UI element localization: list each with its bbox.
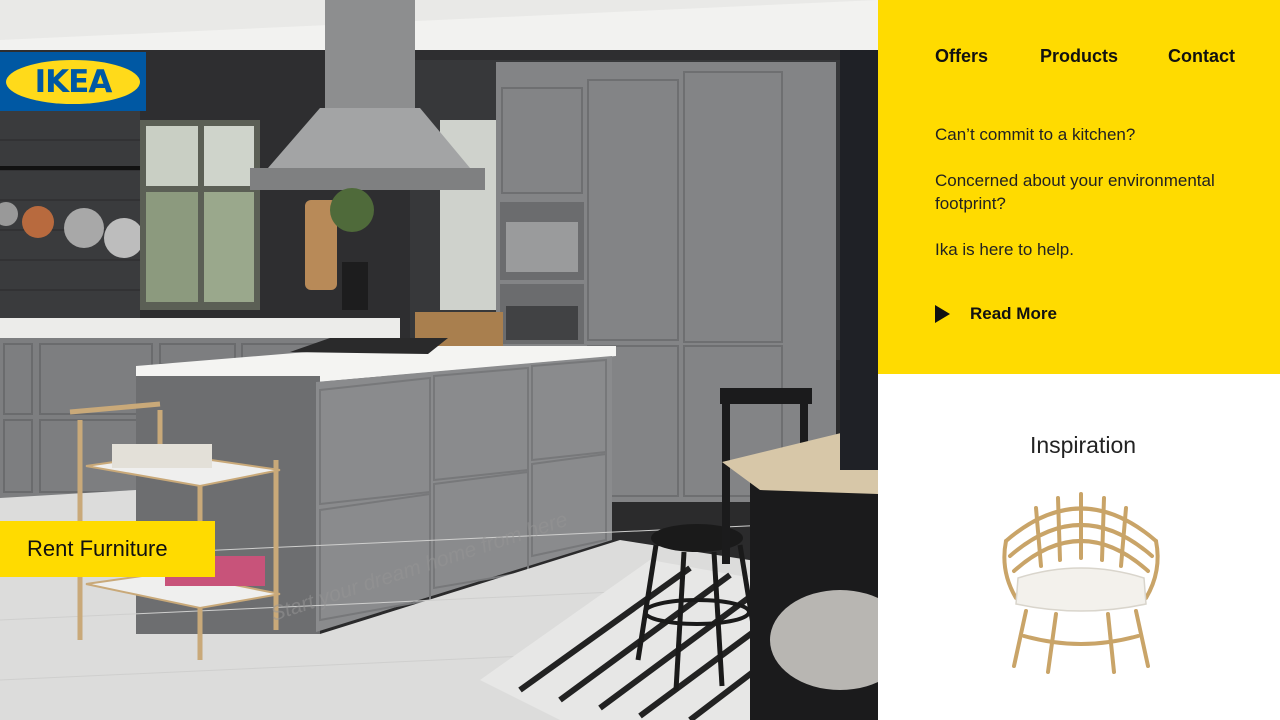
inspiration-title: Inspiration (1029, 432, 1137, 458)
promo-panel: Offers Products Contact Can’t commit to … (878, 0, 1280, 374)
promo-line-1: Can’t commit to a kitchen? (935, 125, 1136, 144)
logo-text: IKEA (34, 63, 113, 100)
rattan-armchair-image[interactable] (996, 486, 1166, 676)
read-more-link[interactable]: Read More (935, 304, 1057, 324)
hero-image: IKEA Rent Furniture Start your dream hom… (0, 0, 878, 720)
read-more-label: Read More (970, 304, 1057, 323)
logo-oval: IKEA (6, 59, 140, 104)
nav-products[interactable]: Products (1040, 46, 1118, 67)
inspiration-panel: Inspiration (878, 374, 1280, 720)
promo-line-3: Ika is here to help. (935, 240, 1074, 259)
ikea-logo[interactable]: IKEA (0, 52, 146, 111)
nav-offers[interactable]: Offers (935, 46, 988, 67)
play-icon (935, 305, 950, 323)
nav-contact[interactable]: Contact (1168, 46, 1235, 67)
rent-furniture-button[interactable]: Rent Furniture (0, 521, 215, 577)
promo-line-2: Concerned about your environmental footp… (935, 171, 1215, 213)
